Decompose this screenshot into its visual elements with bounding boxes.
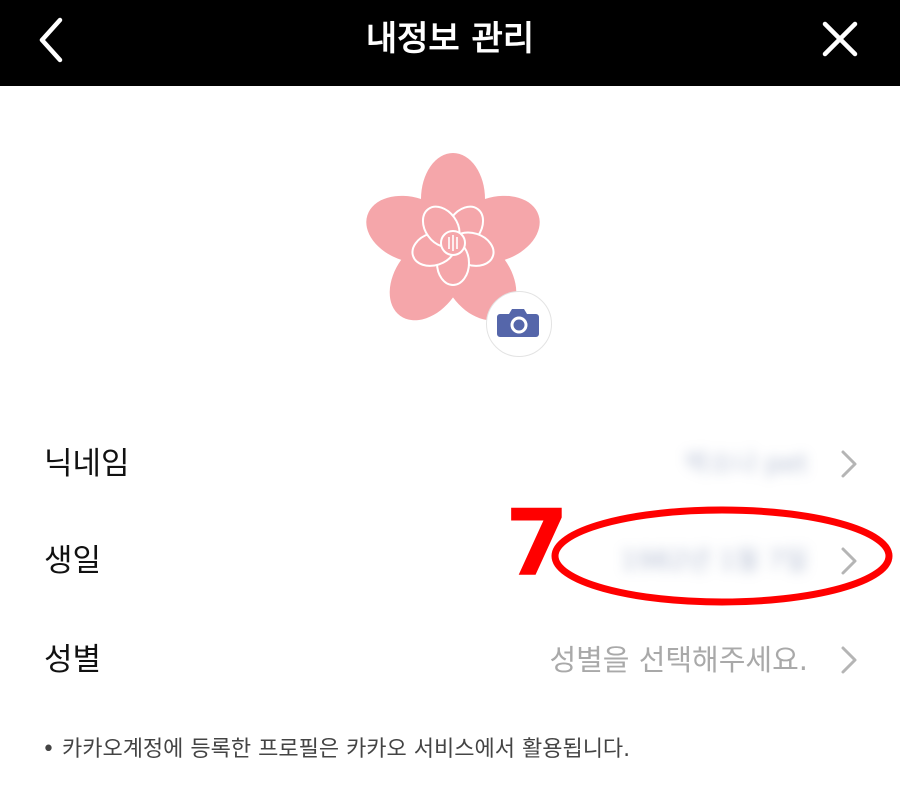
nickname-row[interactable]: 닉네임 박소나 pet bbox=[0, 424, 900, 504]
chevron-right-icon bbox=[841, 450, 857, 478]
gender-row[interactable]: 성별 성별을 선택해주세요. bbox=[0, 620, 900, 700]
top-bar: 내정보 관리 bbox=[0, 0, 900, 86]
highlight-ellipse bbox=[551, 506, 893, 606]
camera-icon bbox=[497, 309, 539, 337]
close-button[interactable] bbox=[800, 0, 880, 86]
page-title: 내정보 관리 bbox=[365, 19, 535, 59]
gender-placeholder: 성별을 선택해주세요. bbox=[549, 643, 808, 677]
gender-label: 성별 bbox=[44, 642, 102, 678]
profile-usage-notice: • 카카오계정에 등록한 프로필은 카카오 서비스에서 활용됩니다. bbox=[42, 737, 631, 762]
close-icon bbox=[822, 21, 858, 57]
change-photo-button[interactable] bbox=[486, 291, 552, 357]
nickname-label: 닉네임 bbox=[44, 446, 130, 482]
nickname-value: 박소나 pet bbox=[685, 449, 808, 479]
birthday-label: 생일 bbox=[44, 543, 102, 579]
chevron-right-icon bbox=[841, 646, 857, 674]
